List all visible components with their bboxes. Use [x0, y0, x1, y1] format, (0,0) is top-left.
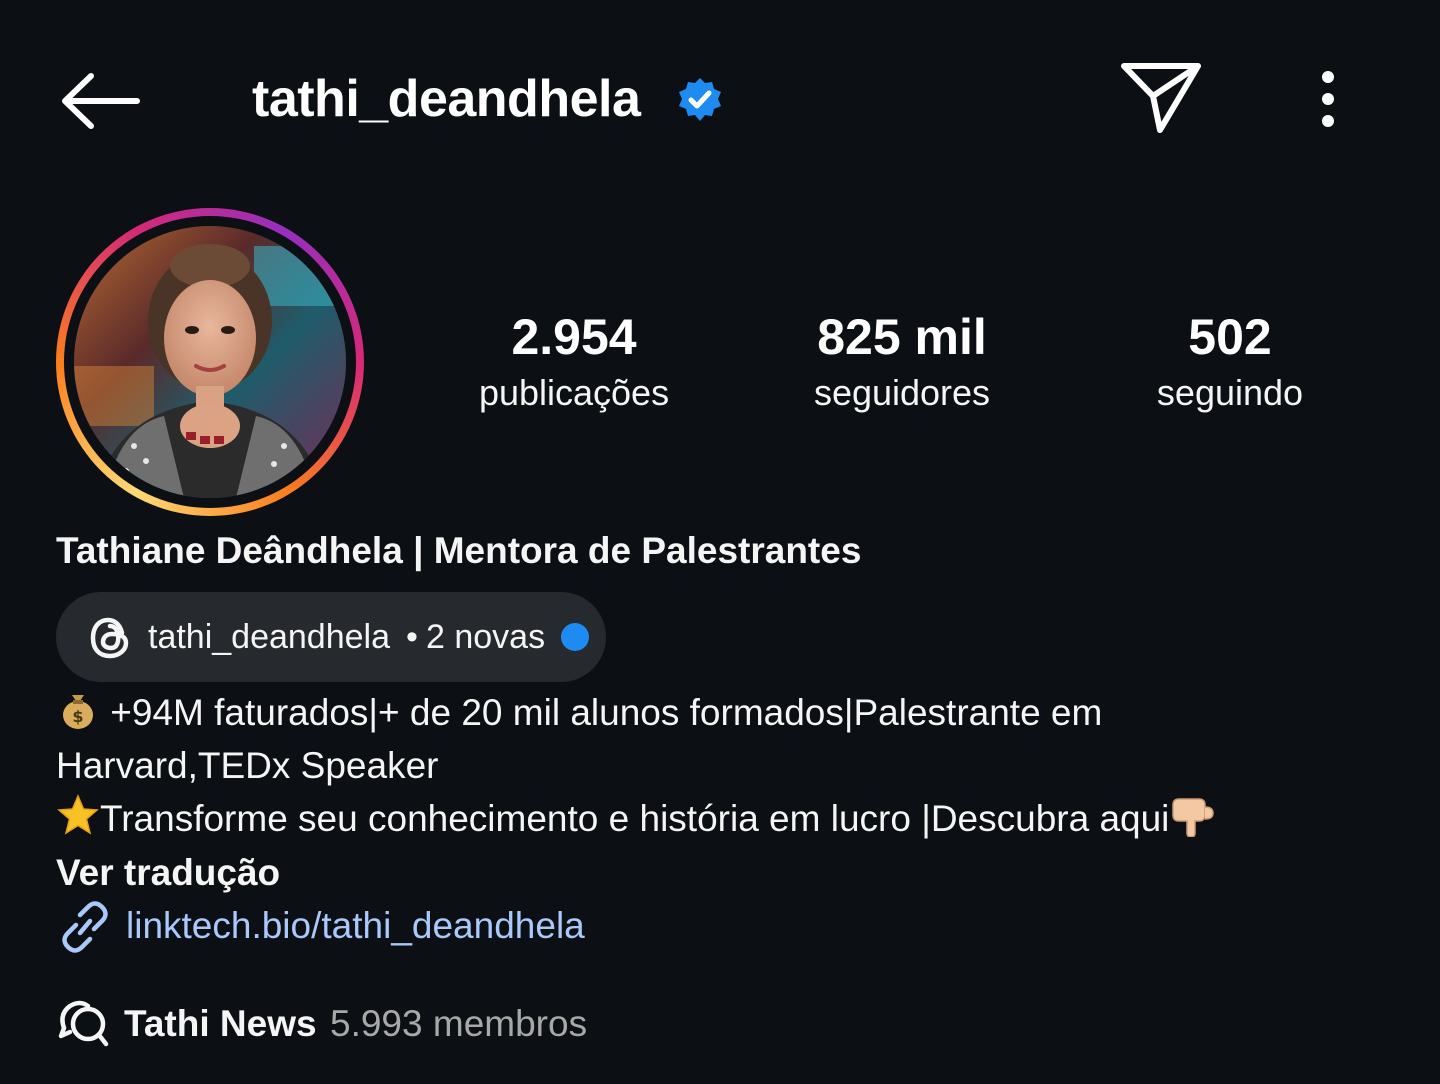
- posts-label: publicações: [478, 372, 670, 413]
- followers-label: seguidores: [813, 372, 991, 413]
- pointing-down-hand-emoji: [1169, 793, 1215, 851]
- top-bar: tathi_deandhela: [0, 0, 1440, 200]
- see-translation-link[interactable]: Ver tradução: [56, 846, 280, 899]
- send-message-button[interactable]: [1116, 58, 1206, 138]
- posts-count[interactable]: 2.954 publicações: [454, 306, 694, 418]
- new-indicator-dot: [561, 623, 589, 651]
- back-arrow-icon: [62, 73, 140, 129]
- profile-username: tathi_deandhela: [252, 70, 641, 128]
- channel-member-count: 5.993 membros: [330, 1003, 588, 1044]
- profile-photo[interactable]: [74, 226, 346, 498]
- star-emoji: [56, 793, 100, 851]
- bio-line-2: Harvard,TEDx Speaker: [56, 745, 439, 786]
- money-bag-emoji: $: [56, 687, 100, 745]
- following-count[interactable]: 502 seguindo: [1110, 306, 1350, 418]
- profile-display-name: Tathiane Deândhela | Mentora de Palestra…: [56, 530, 862, 571]
- link-icon: [62, 901, 108, 953]
- more-options-button[interactable]: [1300, 64, 1356, 136]
- following-label: seguindo: [1156, 372, 1304, 413]
- followers-value: 825 mil: [817, 309, 987, 365]
- broadcast-channel-icon: [58, 1000, 109, 1047]
- bio-line-3: Transforme seu conhecimento e história e…: [56, 792, 1386, 845]
- followers-count[interactable]: 825 mil seguidores: [782, 306, 1022, 418]
- following-value: 502: [1188, 309, 1272, 365]
- more-options-icon: [1322, 71, 1334, 127]
- bio-text-1: +94M faturados|+ de 20 mil alunos formad…: [110, 692, 1103, 733]
- svg-text:$: $: [72, 707, 83, 726]
- profile-bio: $ +94M faturados|+ de 20 mil alunos form…: [56, 686, 1386, 845]
- threads-new-count: 2 novas: [426, 618, 546, 656]
- threads-handle: tathi_deandhela: [148, 618, 391, 656]
- profile-page: tathi_deandhela 2.954 publicações 825 mi…: [0, 0, 1440, 1084]
- bio-line-1: $ +94M faturados|+ de 20 mil alunos form…: [56, 686, 1386, 739]
- threads-separator: •: [406, 618, 418, 656]
- verified-badge-icon: [679, 78, 721, 121]
- story-ring[interactable]: [56, 208, 364, 516]
- bio-text-3: Transforme seu conhecimento e história e…: [100, 798, 1170, 839]
- avatar-image: [74, 226, 346, 498]
- back-button[interactable]: [54, 66, 144, 136]
- bio-link-text: linktech.bio/tathi_deandhela: [126, 905, 585, 946]
- threads-icon: [90, 617, 129, 659]
- send-direct-icon: [1121, 63, 1201, 133]
- threads-badge-button[interactable]: tathi_deandhela • 2 novas: [56, 592, 606, 682]
- channel-name: Tathi News: [124, 1003, 317, 1044]
- posts-value: 2.954: [511, 309, 637, 365]
